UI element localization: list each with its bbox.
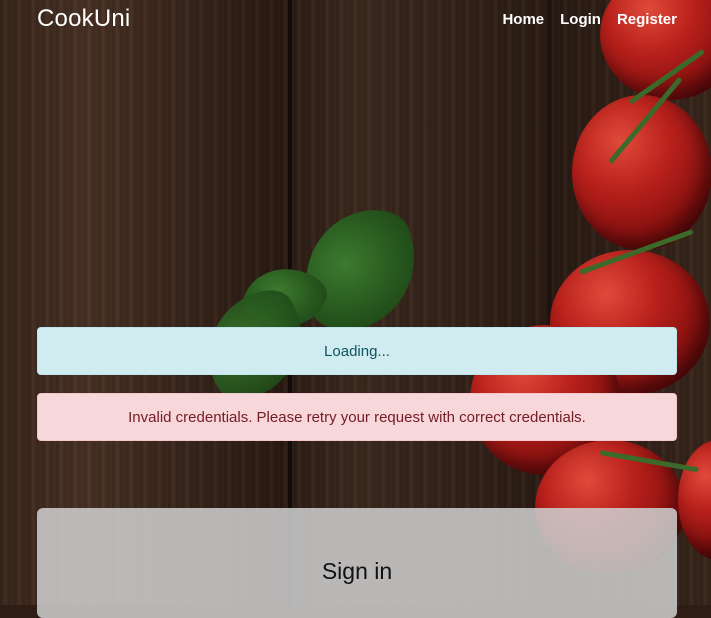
tomato bbox=[678, 440, 711, 560]
nav-register-link[interactable]: Register bbox=[617, 11, 677, 28]
loading-alert: Loading... bbox=[37, 327, 677, 375]
error-alert[interactable]: Invalid credentials. Please retry your r… bbox=[37, 393, 677, 441]
tomato bbox=[572, 95, 711, 250]
nav-home-link[interactable]: Home bbox=[502, 11, 544, 28]
nav-links: Home Login Register bbox=[502, 11, 677, 28]
loading-alert-text: Loading... bbox=[324, 342, 390, 360]
brand-logo[interactable]: CookUni bbox=[37, 5, 130, 33]
navbar: CookUni Home Login Register bbox=[0, 0, 711, 38]
sign-in-form: Sign in bbox=[37, 508, 677, 618]
nav-login-link[interactable]: Login bbox=[560, 11, 601, 28]
error-alert-text: Invalid credentials. Please retry your r… bbox=[128, 408, 586, 426]
form-title: Sign in bbox=[321, 558, 393, 584]
